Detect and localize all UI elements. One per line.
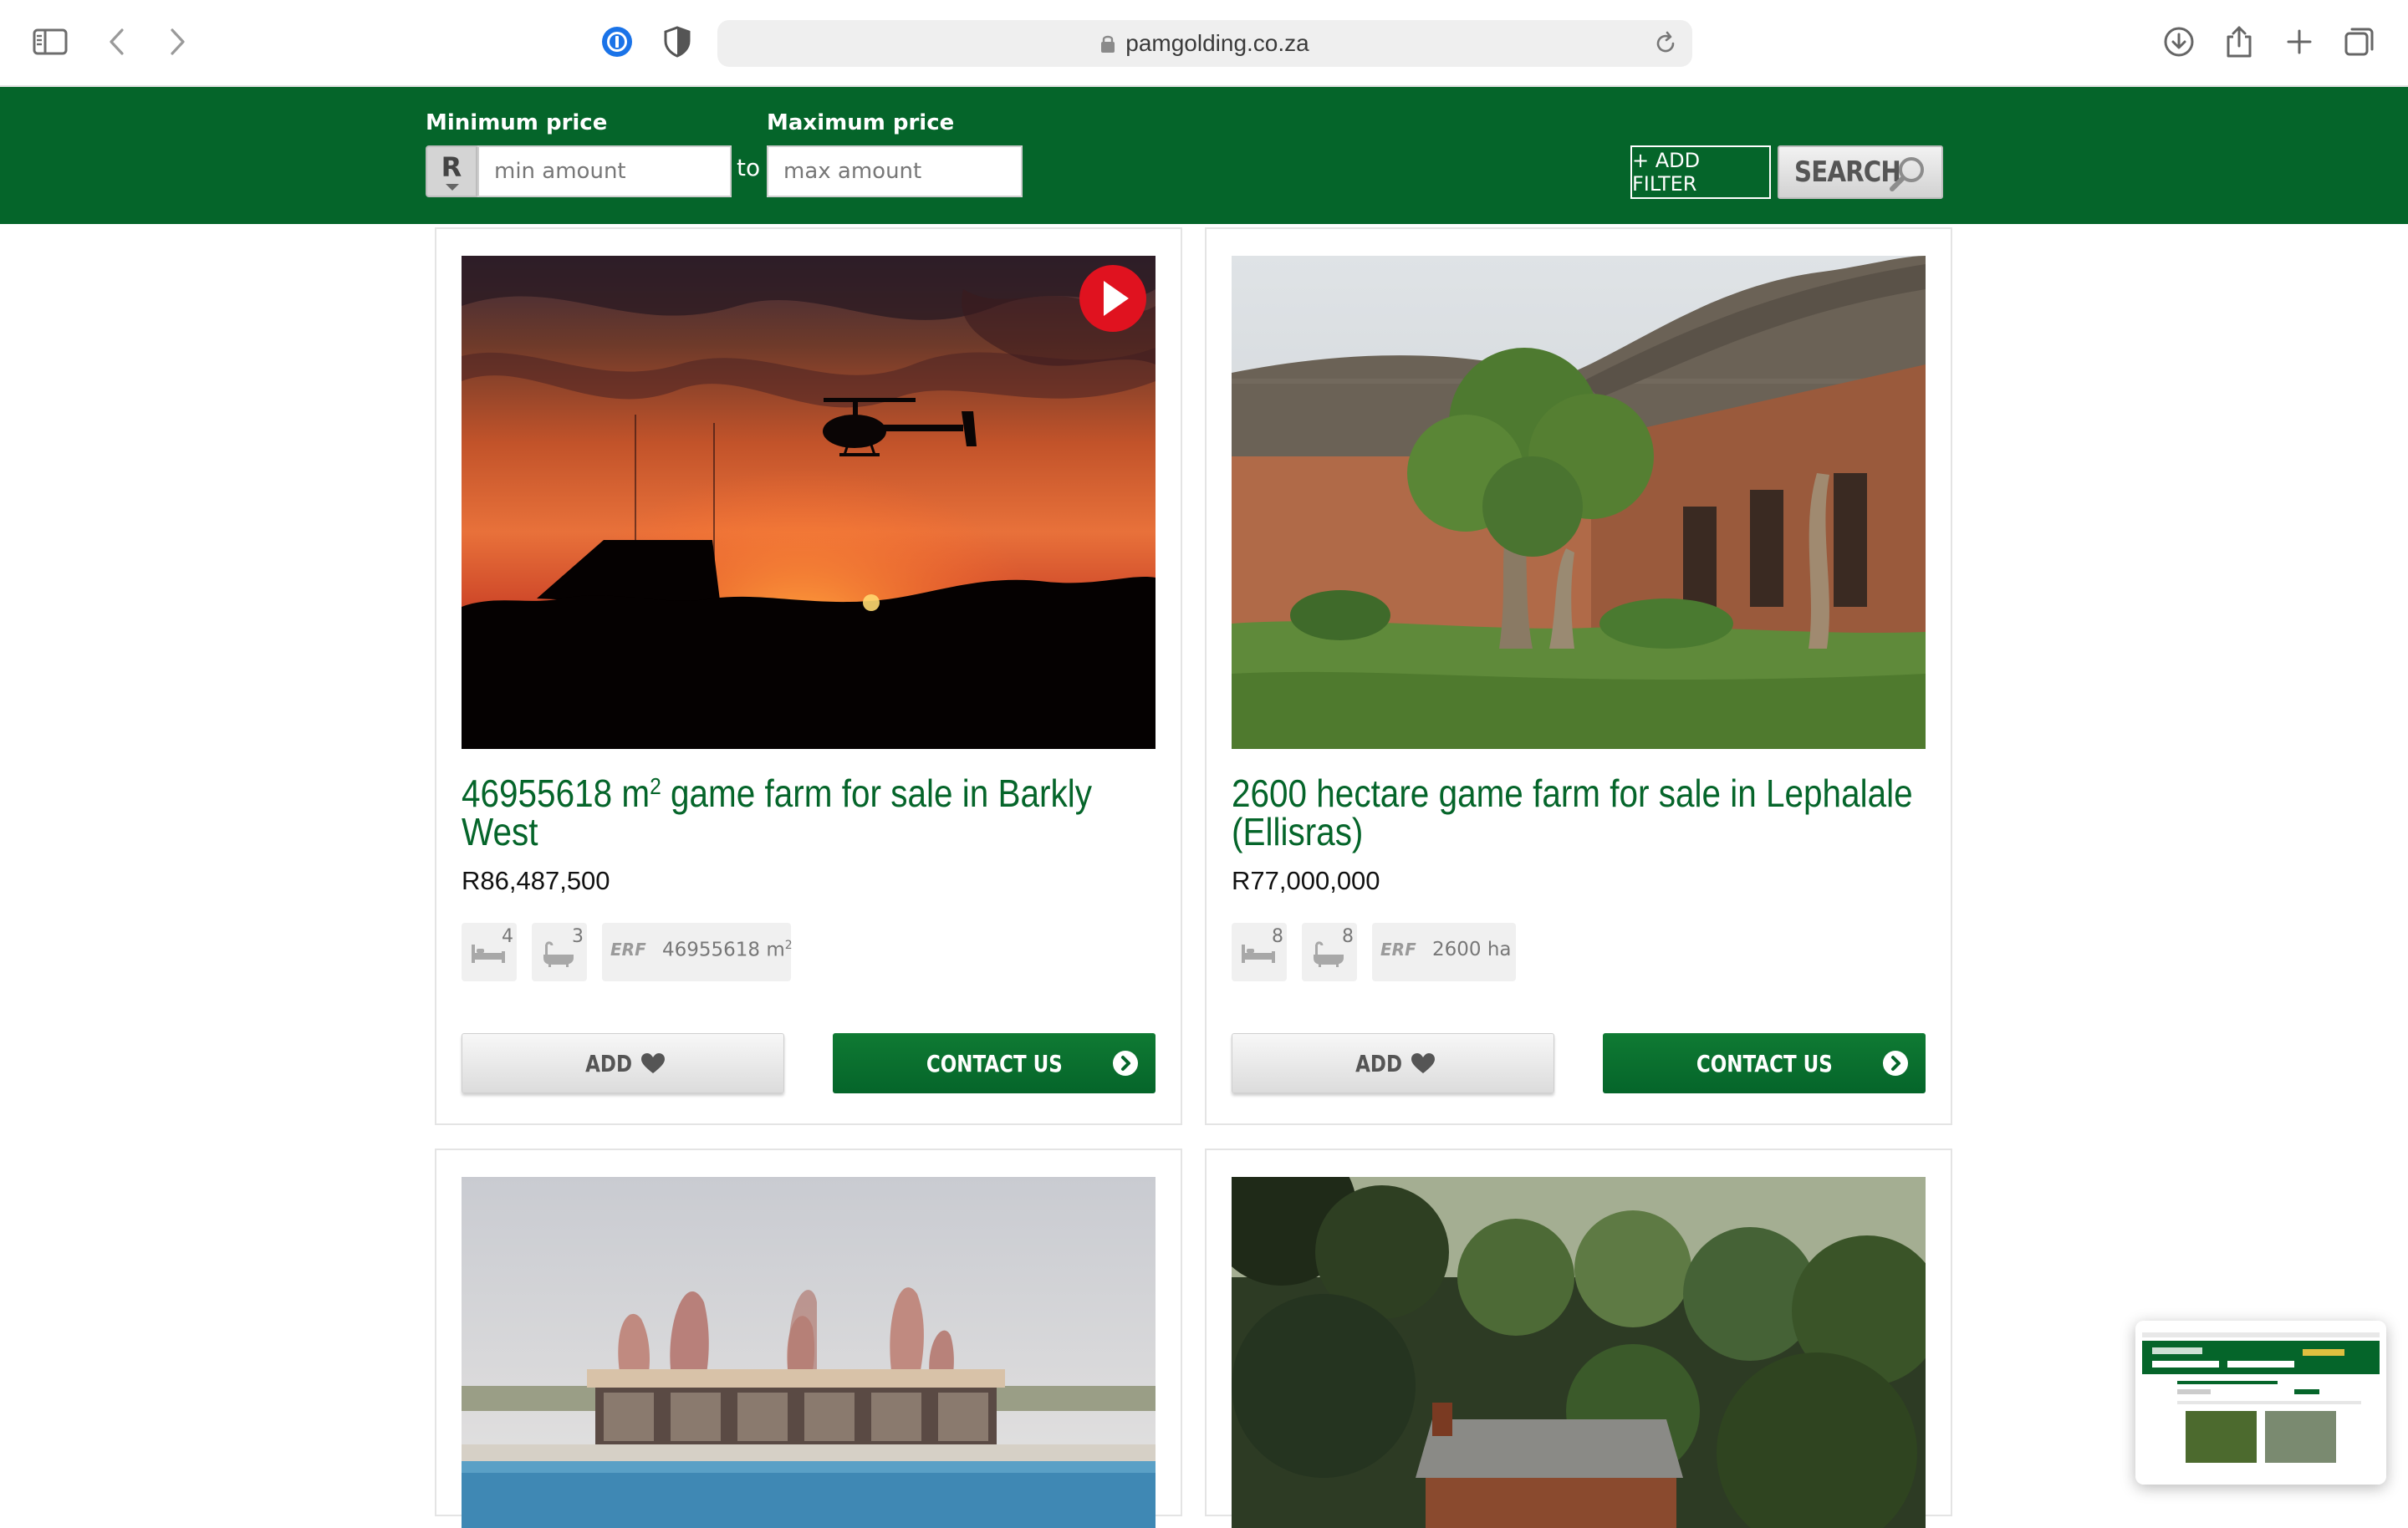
browser-toolbar: pamgolding.co.za <box>0 0 2408 87</box>
sunset-helicopter-photo <box>462 256 1156 749</box>
bedrooms-count: 8 <box>1272 926 1283 947</box>
share-icon[interactable] <box>2219 22 2259 62</box>
url-text: pamgolding.co.za <box>1125 30 1309 56</box>
listing-card: 46955618 m2 game farm for sale in Barkly… <box>435 227 1182 1125</box>
sidebar-icon[interactable] <box>30 22 70 62</box>
contact-us-button[interactable]: CONTACT US <box>1603 1033 1926 1093</box>
address-bar[interactable]: pamgolding.co.za <box>717 20 1692 67</box>
erf-size-value: 2600 ha <box>1432 939 1512 960</box>
erf-size-feature: ERF 2600 ha <box>1372 923 1516 981</box>
listing-photo[interactable] <box>1232 256 1926 749</box>
listing-price: R86,487,500 <box>462 866 610 895</box>
bathrooms-count: 3 <box>572 926 584 947</box>
listing-title[interactable]: 2600 hectare game farm for sale in Lepha… <box>1232 774 1923 851</box>
chevron-down-icon <box>446 184 459 191</box>
listing-price: R77,000,000 <box>1232 866 1380 895</box>
password-manager-icon[interactable] <box>597 22 637 62</box>
video-play-icon[interactable] <box>1079 264 1147 333</box>
erf-label: ERF <box>1380 940 1416 960</box>
reload-icon[interactable] <box>1652 30 1679 57</box>
bath-icon <box>543 941 574 967</box>
tab-preview-thumbnail[interactable] <box>2135 1321 2386 1485</box>
title-superscript: 2 <box>650 773 661 799</box>
erf-label: ERF <box>610 940 646 960</box>
add-to-favourites-button[interactable]: ADD <box>1232 1033 1554 1093</box>
to-label: to <box>737 154 761 181</box>
listing-photo[interactable] <box>462 1177 1156 1528</box>
bathrooms-count: 8 <box>1342 926 1354 947</box>
contact-button-label: CONTACT US <box>1696 1049 1833 1077</box>
currency-symbol: R <box>441 151 462 183</box>
search-button-label: SEARCH <box>1794 155 1901 189</box>
bathrooms-feature: 3 <box>532 923 587 981</box>
chevron-right-icon <box>1883 1051 1908 1076</box>
tab-overview-icon[interactable] <box>2339 22 2380 62</box>
contact-us-button[interactable]: CONTACT US <box>833 1033 1156 1093</box>
listing-card: 2600 hectare game farm for sale in Lepha… <box>1205 227 1952 1125</box>
contact-button-label: CONTACT US <box>926 1049 1063 1077</box>
heart-icon <box>641 1053 666 1073</box>
downloads-icon[interactable] <box>2159 22 2199 62</box>
max-price-label: Maximum price <box>767 110 955 135</box>
forward-icon[interactable] <box>157 22 197 62</box>
bedrooms-feature: 4 <box>462 923 517 981</box>
erf-size-feature: ERF 46955618 m2 <box>602 923 793 981</box>
page-thumbnail-image <box>2135 1321 2386 1485</box>
currency-select[interactable]: R <box>426 145 477 197</box>
privacy-shield-icon[interactable] <box>657 22 697 62</box>
add-button-label: ADD <box>585 1049 632 1077</box>
bathrooms-feature: 8 <box>1302 923 1357 981</box>
search-icon <box>1890 157 1924 191</box>
bush-cottage-photo <box>1232 1177 1926 1528</box>
thatched-lodge-photo <box>1232 256 1926 749</box>
listing-photo[interactable] <box>1232 1177 1926 1528</box>
price-filter-bar: Minimum price Maximum price R to + ADD F… <box>0 87 2408 224</box>
listing-card <box>1205 1149 1952 1528</box>
bath-icon <box>1314 941 1344 967</box>
erf-size-value: 46955618 m2 <box>662 939 793 961</box>
listing-card <box>435 1149 1182 1528</box>
listing-photo[interactable] <box>462 256 1156 749</box>
chevron-right-icon <box>1113 1051 1138 1076</box>
heart-icon <box>1411 1053 1436 1073</box>
listing-title[interactable]: 46955618 m2 game farm for sale in Barkly… <box>462 773 1153 852</box>
add-filter-button[interactable]: + ADD FILTER <box>1630 145 1771 199</box>
min-price-label: Minimum price <box>426 110 608 135</box>
lock-icon <box>1101 35 1115 53</box>
search-button[interactable]: SEARCH <box>1778 145 1943 199</box>
bedrooms-count: 4 <box>502 926 513 947</box>
add-button-label: ADD <box>1355 1049 1402 1077</box>
bedrooms-feature: 8 <box>1232 923 1287 981</box>
add-to-favourites-button[interactable]: ADD <box>462 1033 784 1093</box>
min-price-input[interactable] <box>477 145 732 197</box>
rock-lodge-pool-photo <box>462 1177 1156 1528</box>
max-price-input[interactable] <box>767 145 1023 197</box>
new-tab-icon[interactable] <box>2279 22 2319 62</box>
back-icon[interactable] <box>97 22 137 62</box>
